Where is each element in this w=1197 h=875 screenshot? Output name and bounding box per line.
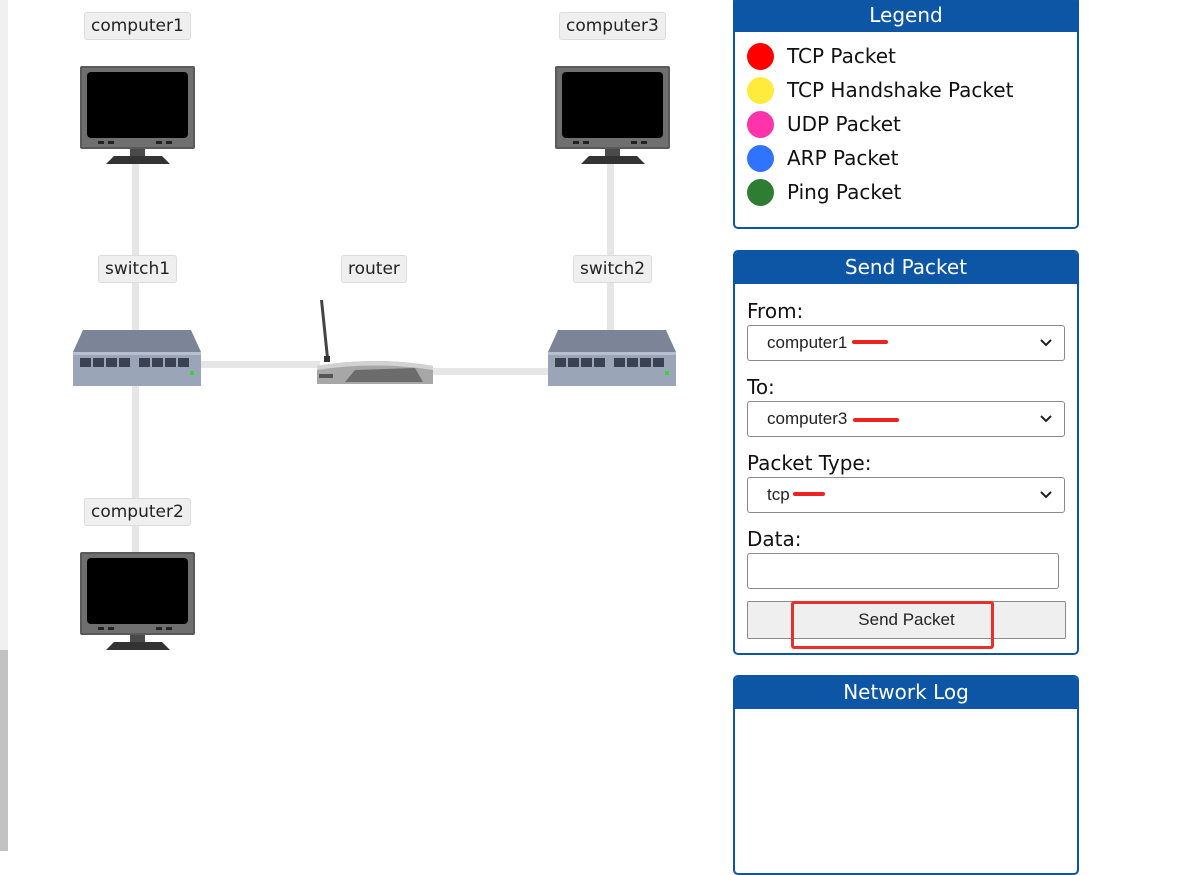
blue-dot-icon <box>747 144 774 172</box>
computer2-monitor-icon[interactable] <box>80 552 196 652</box>
chevron-down-icon <box>1040 491 1052 499</box>
from-label: From: <box>747 299 804 323</box>
data-input[interactable] <box>747 553 1059 589</box>
to-select[interactable]: computer3 <box>747 401 1065 437</box>
packet-type-label: Packet Type: <box>747 451 872 475</box>
legend-item-udp: UDP Packet <box>735 107 1077 141</box>
switch2-network-switch-icon[interactable] <box>548 330 678 387</box>
legend-label: TCP Handshake Packet <box>787 78 1014 102</box>
node-label-switch2: switch2 <box>573 255 653 283</box>
switch1-network-switch-icon[interactable] <box>73 330 203 387</box>
link-switch1-computer2 <box>132 384 139 559</box>
data-label: Data: <box>747 527 802 551</box>
chevron-down-icon <box>1040 339 1052 347</box>
legend-label: ARP Packet <box>787 146 899 170</box>
node-label-router: router <box>341 255 407 283</box>
legend-title: Legend <box>735 0 1077 32</box>
to-label: To: <box>747 375 775 399</box>
yellow-dot-icon <box>747 76 774 104</box>
node-label-switch1: switch1 <box>98 255 178 283</box>
node-label-computer2: computer2 <box>84 498 191 526</box>
node-label-computer1: computer1 <box>84 12 191 40</box>
network-log-body[interactable] <box>735 709 1077 869</box>
legend-item-arp: ARP Packet <box>735 141 1077 175</box>
annotation-highlight-send-button <box>791 601 994 649</box>
to-select-value: computer3 <box>767 409 848 428</box>
legend-label: UDP Packet <box>787 112 901 136</box>
send-packet-title: Send Packet <box>735 252 1077 284</box>
window-scrollbar-thumb[interactable] <box>0 650 8 851</box>
legend-item-tcp-handshake: TCP Handshake Packet <box>735 73 1077 107</box>
computer3-monitor-icon[interactable] <box>555 66 671 166</box>
packet-type-select-value: tcp <box>767 485 790 504</box>
green-dot-icon <box>747 178 774 206</box>
send-packet-panel: Send Packet From: computer1 To: computer… <box>733 250 1079 655</box>
computer1-monitor-icon[interactable] <box>80 66 196 166</box>
legend-panel: Legend TCP Packet TCP Handshake Packet U… <box>733 0 1079 229</box>
network-log-title: Network Log <box>735 677 1077 709</box>
annotation-underline-to <box>853 418 899 422</box>
link-switch2-computer3 <box>607 160 614 340</box>
network-log-panel: Network Log <box>733 675 1079 875</box>
red-dot-icon <box>747 42 774 70</box>
link-router-switch2 <box>430 368 550 375</box>
link-computer1-switch1 <box>132 160 139 340</box>
legend-label: Ping Packet <box>787 180 902 204</box>
chevron-down-icon <box>1040 415 1052 423</box>
annotation-underline-from <box>852 340 888 344</box>
router-icon[interactable] <box>315 300 435 390</box>
from-select[interactable]: computer1 <box>747 325 1065 361</box>
annotation-underline-type <box>793 492 825 496</box>
pink-dot-icon <box>747 110 774 138</box>
legend-label: TCP Packet <box>787 44 896 68</box>
from-select-value: computer1 <box>767 333 848 352</box>
legend-item-ping: Ping Packet <box>735 175 1077 209</box>
legend-item-tcp: TCP Packet <box>735 39 1077 73</box>
node-label-computer3: computer3 <box>559 12 666 40</box>
link-switch1-router <box>198 361 320 368</box>
